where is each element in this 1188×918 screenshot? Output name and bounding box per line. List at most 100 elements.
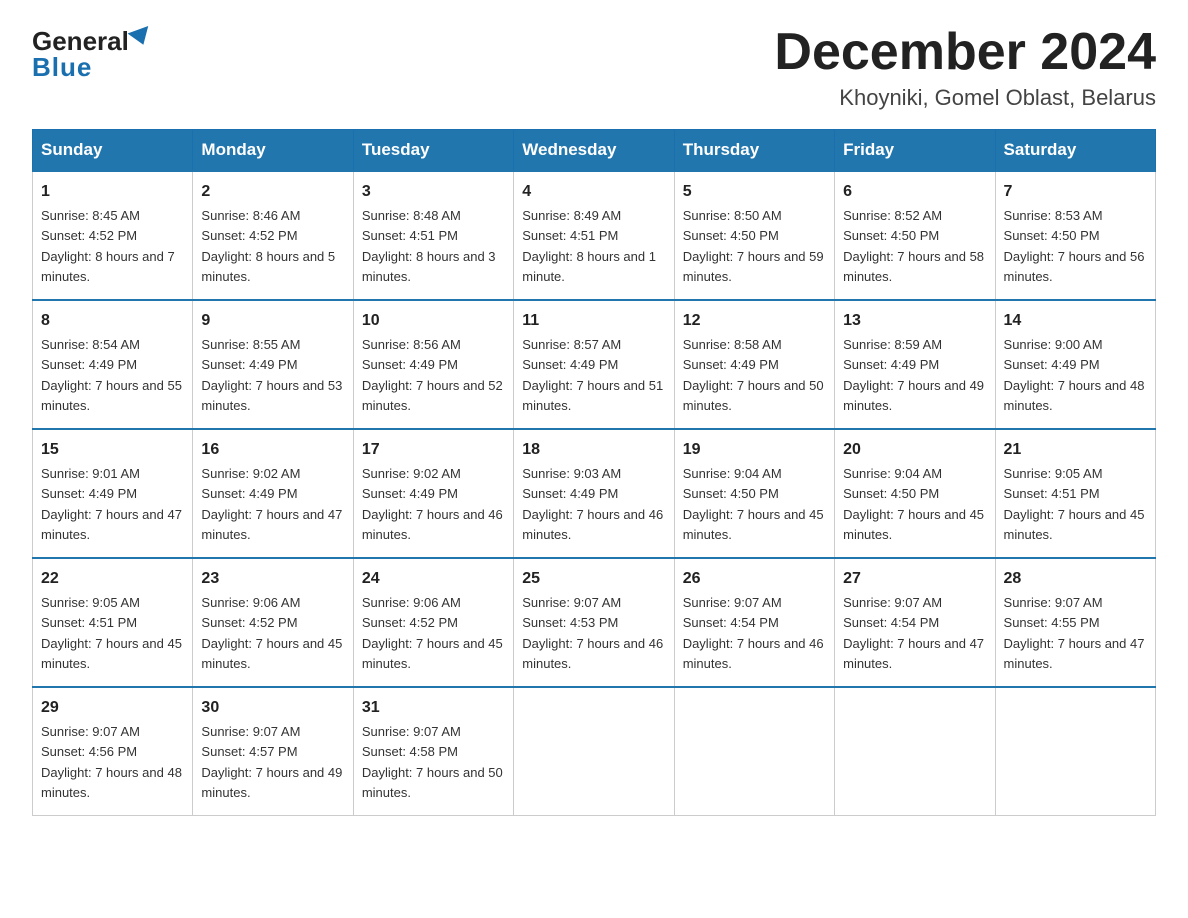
page-header: General Blue December 2024 Khoyniki, Gom… (32, 24, 1156, 111)
day-info: Sunrise: 8:50 AMSunset: 4:50 PMDaylight:… (683, 208, 824, 284)
calendar-cell: 25 Sunrise: 9:07 AMSunset: 4:53 PMDaylig… (514, 558, 674, 687)
day-number: 7 (1004, 180, 1147, 204)
days-of-week-row: Sunday Monday Tuesday Wednesday Thursday… (33, 130, 1156, 172)
calendar-cell: 1 Sunrise: 8:45 AMSunset: 4:52 PMDayligh… (33, 171, 193, 300)
calendar-cell: 14 Sunrise: 9:00 AMSunset: 4:49 PMDaylig… (995, 300, 1155, 429)
day-number: 14 (1004, 309, 1147, 333)
day-info: Sunrise: 8:48 AMSunset: 4:51 PMDaylight:… (362, 208, 496, 284)
location-title: Khoyniki, Gomel Oblast, Belarus (774, 85, 1156, 111)
day-info: Sunrise: 9:07 AMSunset: 4:57 PMDaylight:… (201, 724, 342, 800)
day-info: Sunrise: 9:06 AMSunset: 4:52 PMDaylight:… (362, 595, 503, 671)
day-number: 28 (1004, 567, 1147, 591)
calendar-cell: 3 Sunrise: 8:48 AMSunset: 4:51 PMDayligh… (353, 171, 513, 300)
calendar-cell (674, 687, 834, 816)
logo-triangle-icon (127, 26, 153, 49)
day-info: Sunrise: 8:59 AMSunset: 4:49 PMDaylight:… (843, 337, 984, 413)
day-info: Sunrise: 8:58 AMSunset: 4:49 PMDaylight:… (683, 337, 824, 413)
day-info: Sunrise: 9:07 AMSunset: 4:55 PMDaylight:… (1004, 595, 1145, 671)
calendar-cell: 8 Sunrise: 8:54 AMSunset: 4:49 PMDayligh… (33, 300, 193, 429)
day-number: 22 (41, 567, 184, 591)
logo: General Blue (32, 28, 153, 83)
day-info: Sunrise: 9:04 AMSunset: 4:50 PMDaylight:… (843, 466, 984, 542)
week-row-5: 29 Sunrise: 9:07 AMSunset: 4:56 PMDaylig… (33, 687, 1156, 816)
day-info: Sunrise: 9:02 AMSunset: 4:49 PMDaylight:… (201, 466, 342, 542)
calendar-cell: 18 Sunrise: 9:03 AMSunset: 4:49 PMDaylig… (514, 429, 674, 558)
calendar-cell: 16 Sunrise: 9:02 AMSunset: 4:49 PMDaylig… (193, 429, 353, 558)
day-info: Sunrise: 9:06 AMSunset: 4:52 PMDaylight:… (201, 595, 342, 671)
logo-general: General (32, 28, 129, 54)
calendar-cell: 28 Sunrise: 9:07 AMSunset: 4:55 PMDaylig… (995, 558, 1155, 687)
day-number: 2 (201, 180, 344, 204)
day-number: 9 (201, 309, 344, 333)
week-row-2: 8 Sunrise: 8:54 AMSunset: 4:49 PMDayligh… (33, 300, 1156, 429)
day-number: 1 (41, 180, 184, 204)
calendar-cell: 6 Sunrise: 8:52 AMSunset: 4:50 PMDayligh… (835, 171, 995, 300)
day-info: Sunrise: 9:07 AMSunset: 4:56 PMDaylight:… (41, 724, 182, 800)
day-info: Sunrise: 8:56 AMSunset: 4:49 PMDaylight:… (362, 337, 503, 413)
header-wednesday: Wednesday (514, 130, 674, 172)
day-number: 26 (683, 567, 826, 591)
calendar-cell (514, 687, 674, 816)
calendar-table: Sunday Monday Tuesday Wednesday Thursday… (32, 129, 1156, 816)
calendar-cell: 17 Sunrise: 9:02 AMSunset: 4:49 PMDaylig… (353, 429, 513, 558)
calendar-cell: 9 Sunrise: 8:55 AMSunset: 4:49 PMDayligh… (193, 300, 353, 429)
day-info: Sunrise: 9:07 AMSunset: 4:58 PMDaylight:… (362, 724, 503, 800)
day-number: 29 (41, 696, 184, 720)
day-number: 6 (843, 180, 986, 204)
calendar-cell: 5 Sunrise: 8:50 AMSunset: 4:50 PMDayligh… (674, 171, 834, 300)
calendar-cell: 23 Sunrise: 9:06 AMSunset: 4:52 PMDaylig… (193, 558, 353, 687)
header-saturday: Saturday (995, 130, 1155, 172)
calendar-cell: 26 Sunrise: 9:07 AMSunset: 4:54 PMDaylig… (674, 558, 834, 687)
calendar-cell: 24 Sunrise: 9:06 AMSunset: 4:52 PMDaylig… (353, 558, 513, 687)
day-info: Sunrise: 9:04 AMSunset: 4:50 PMDaylight:… (683, 466, 824, 542)
week-row-4: 22 Sunrise: 9:05 AMSunset: 4:51 PMDaylig… (33, 558, 1156, 687)
calendar-cell: 31 Sunrise: 9:07 AMSunset: 4:58 PMDaylig… (353, 687, 513, 816)
header-tuesday: Tuesday (353, 130, 513, 172)
day-number: 18 (522, 438, 665, 462)
day-info: Sunrise: 8:46 AMSunset: 4:52 PMDaylight:… (201, 208, 335, 284)
day-number: 21 (1004, 438, 1147, 462)
day-number: 25 (522, 567, 665, 591)
day-number: 10 (362, 309, 505, 333)
day-number: 20 (843, 438, 986, 462)
day-number: 19 (683, 438, 826, 462)
calendar-cell: 10 Sunrise: 8:56 AMSunset: 4:49 PMDaylig… (353, 300, 513, 429)
calendar-cell (995, 687, 1155, 816)
calendar-cell: 2 Sunrise: 8:46 AMSunset: 4:52 PMDayligh… (193, 171, 353, 300)
day-info: Sunrise: 9:02 AMSunset: 4:49 PMDaylight:… (362, 466, 503, 542)
day-info: Sunrise: 9:05 AMSunset: 4:51 PMDaylight:… (1004, 466, 1145, 542)
day-info: Sunrise: 9:03 AMSunset: 4:49 PMDaylight:… (522, 466, 663, 542)
day-number: 24 (362, 567, 505, 591)
calendar-cell: 21 Sunrise: 9:05 AMSunset: 4:51 PMDaylig… (995, 429, 1155, 558)
day-number: 8 (41, 309, 184, 333)
calendar-cell: 4 Sunrise: 8:49 AMSunset: 4:51 PMDayligh… (514, 171, 674, 300)
day-number: 13 (843, 309, 986, 333)
day-number: 12 (683, 309, 826, 333)
day-number: 4 (522, 180, 665, 204)
calendar-cell: 27 Sunrise: 9:07 AMSunset: 4:54 PMDaylig… (835, 558, 995, 687)
calendar-cell: 13 Sunrise: 8:59 AMSunset: 4:49 PMDaylig… (835, 300, 995, 429)
day-number: 16 (201, 438, 344, 462)
header-monday: Monday (193, 130, 353, 172)
calendar-cell: 29 Sunrise: 9:07 AMSunset: 4:56 PMDaylig… (33, 687, 193, 816)
day-info: Sunrise: 8:54 AMSunset: 4:49 PMDaylight:… (41, 337, 182, 413)
day-number: 15 (41, 438, 184, 462)
calendar-cell: 15 Sunrise: 9:01 AMSunset: 4:49 PMDaylig… (33, 429, 193, 558)
calendar-cell (835, 687, 995, 816)
calendar-cell: 12 Sunrise: 8:58 AMSunset: 4:49 PMDaylig… (674, 300, 834, 429)
day-number: 30 (201, 696, 344, 720)
logo-blue: Blue (32, 52, 92, 83)
day-info: Sunrise: 8:55 AMSunset: 4:49 PMDaylight:… (201, 337, 342, 413)
day-number: 5 (683, 180, 826, 204)
week-row-3: 15 Sunrise: 9:01 AMSunset: 4:49 PMDaylig… (33, 429, 1156, 558)
calendar-cell: 19 Sunrise: 9:04 AMSunset: 4:50 PMDaylig… (674, 429, 834, 558)
day-info: Sunrise: 8:45 AMSunset: 4:52 PMDaylight:… (41, 208, 175, 284)
day-number: 27 (843, 567, 986, 591)
day-info: Sunrise: 9:05 AMSunset: 4:51 PMDaylight:… (41, 595, 182, 671)
day-info: Sunrise: 8:53 AMSunset: 4:50 PMDaylight:… (1004, 208, 1145, 284)
day-info: Sunrise: 9:07 AMSunset: 4:54 PMDaylight:… (683, 595, 824, 671)
day-number: 23 (201, 567, 344, 591)
day-info: Sunrise: 9:00 AMSunset: 4:49 PMDaylight:… (1004, 337, 1145, 413)
title-block: December 2024 Khoyniki, Gomel Oblast, Be… (774, 24, 1156, 111)
calendar-cell: 20 Sunrise: 9:04 AMSunset: 4:50 PMDaylig… (835, 429, 995, 558)
